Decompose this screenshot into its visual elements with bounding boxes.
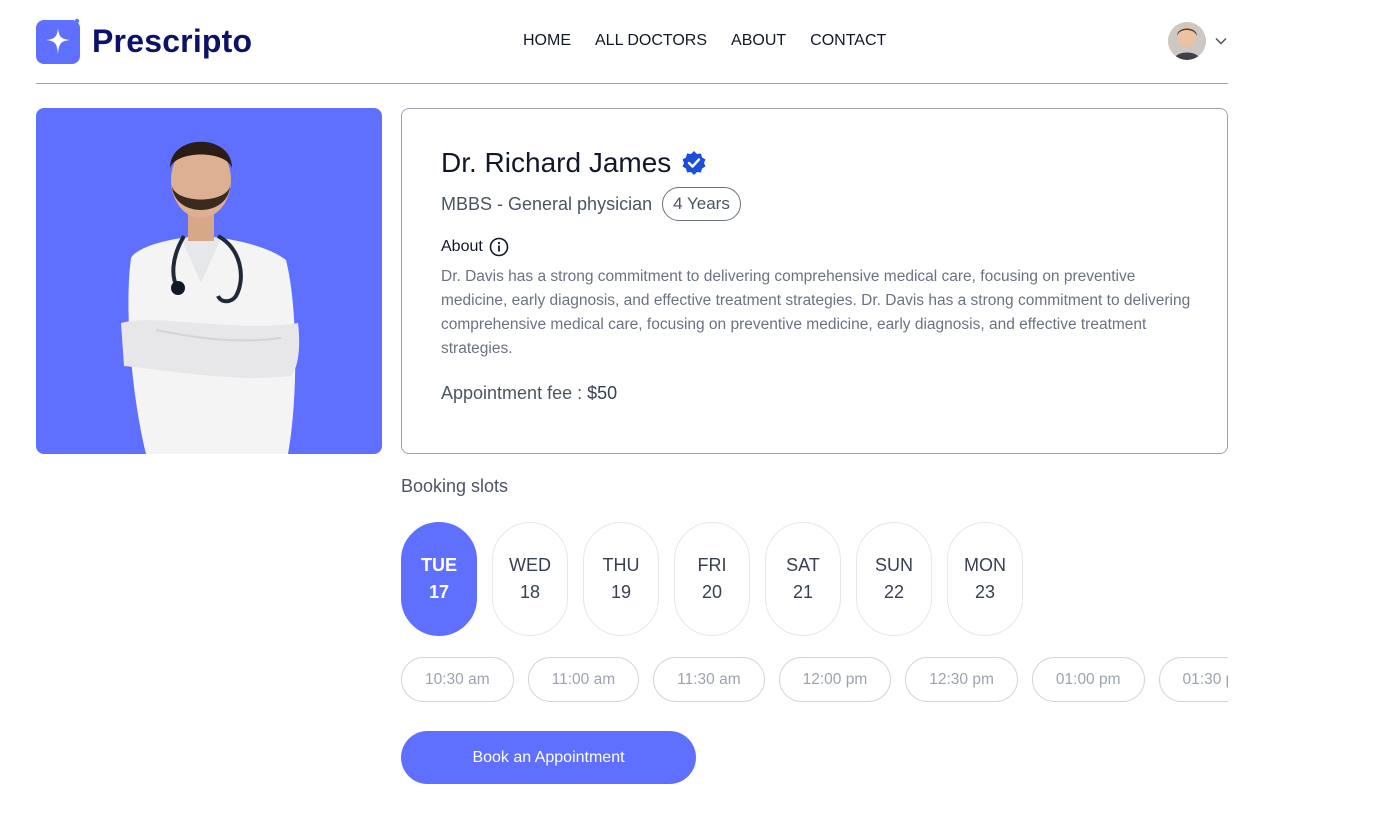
experience-badge: 4 Years	[662, 187, 741, 221]
logo[interactable]: Prescripto	[35, 18, 253, 64]
about-heading: About	[441, 237, 1188, 257]
verified-icon	[682, 151, 706, 175]
day-name: SUN	[874, 555, 913, 575]
day-slot-sun[interactable]: SUN 22	[856, 522, 932, 636]
fee-value: $50	[587, 383, 618, 403]
doctor-photo	[36, 108, 382, 454]
header: Prescripto HOME ALL DOCTORS ABOUT CONTAC…	[35, 0, 1228, 84]
appointment-fee: Appointment fee : $50	[441, 383, 1188, 404]
day-name: TUE	[421, 555, 457, 575]
day-date: 22	[883, 582, 905, 602]
nav-home[interactable]: HOME	[523, 32, 571, 50]
day-date: 18	[519, 582, 541, 602]
day-name: MON	[964, 555, 1006, 575]
time-slot[interactable]: 10:30 am	[401, 657, 514, 702]
booking-slots-title: Booking slots	[401, 476, 509, 496]
profile-menu[interactable]	[1168, 22, 1228, 60]
day-selector: TUE 17 WED 18 THU 19 FRI 20 SAT 21 SUN 2…	[401, 522, 1023, 636]
day-name: SAT	[786, 555, 820, 575]
time-slot[interactable]: 01:00 pm	[1031, 657, 1145, 702]
day-slot-sat[interactable]: SAT 21	[765, 522, 841, 636]
doctor-info-card: Dr. Richard James MBBS - General physici…	[401, 108, 1228, 454]
day-slot-fri[interactable]: FRI 20	[674, 522, 750, 636]
credentials-row: MBBS - General physician 4 Years	[441, 187, 1188, 221]
time-slots-scroller[interactable]: 10:30 am 11:00 am 11:30 am 12:00 pm 12:3…	[401, 657, 1228, 703]
brand-name: Prescripto	[92, 22, 253, 59]
about-text: Dr. Davis has a strong commitment to del…	[441, 268, 1191, 357]
time-slot[interactable]: 11:00 am	[527, 657, 640, 702]
time-slots: 10:30 am 11:00 am 11:30 am 12:00 pm 12:3…	[401, 657, 1228, 702]
day-name: FRI	[697, 555, 727, 575]
fee-label: Appointment fee :	[441, 383, 588, 403]
day-name: WED	[509, 555, 551, 575]
day-date: 20	[701, 582, 723, 602]
doctor-degree: MBBS - General physician	[441, 193, 653, 214]
day-slot-thu[interactable]: THU 19	[583, 522, 659, 636]
time-slot[interactable]: 12:00 pm	[778, 657, 892, 702]
book-appointment-button[interactable]: Book an Appointment	[401, 731, 696, 784]
about-label: About	[441, 238, 483, 255]
day-date: 17	[428, 582, 450, 602]
day-date: 19	[610, 582, 632, 602]
day-date: 21	[792, 582, 814, 602]
doctor-name-row: Dr. Richard James	[441, 147, 1188, 179]
time-slot[interactable]: 11:30 am	[653, 657, 765, 702]
logo-icon	[35, 18, 82, 64]
time-slot[interactable]: 12:30 pm	[905, 657, 1018, 702]
doctor-name: Dr. Richard James	[441, 147, 672, 178]
day-slot-mon[interactable]: MON 23	[947, 522, 1023, 636]
day-date: 23	[974, 582, 996, 602]
time-slot[interactable]: 01:30 pm	[1158, 657, 1228, 702]
nav-contact[interactable]: CONTACT	[810, 32, 886, 50]
main-nav: HOME ALL DOCTORS ABOUT CONTACT	[523, 32, 886, 50]
nav-all-doctors[interactable]: ALL DOCTORS	[595, 32, 707, 50]
day-slot-tue[interactable]: TUE 17	[401, 522, 477, 636]
day-name: THU	[602, 555, 640, 575]
info-icon	[489, 237, 509, 257]
nav-about[interactable]: ABOUT	[731, 32, 786, 50]
avatar[interactable]	[1168, 22, 1206, 60]
day-slot-wed[interactable]: WED 18	[492, 522, 568, 636]
chevron-down-icon[interactable]	[1214, 34, 1228, 48]
